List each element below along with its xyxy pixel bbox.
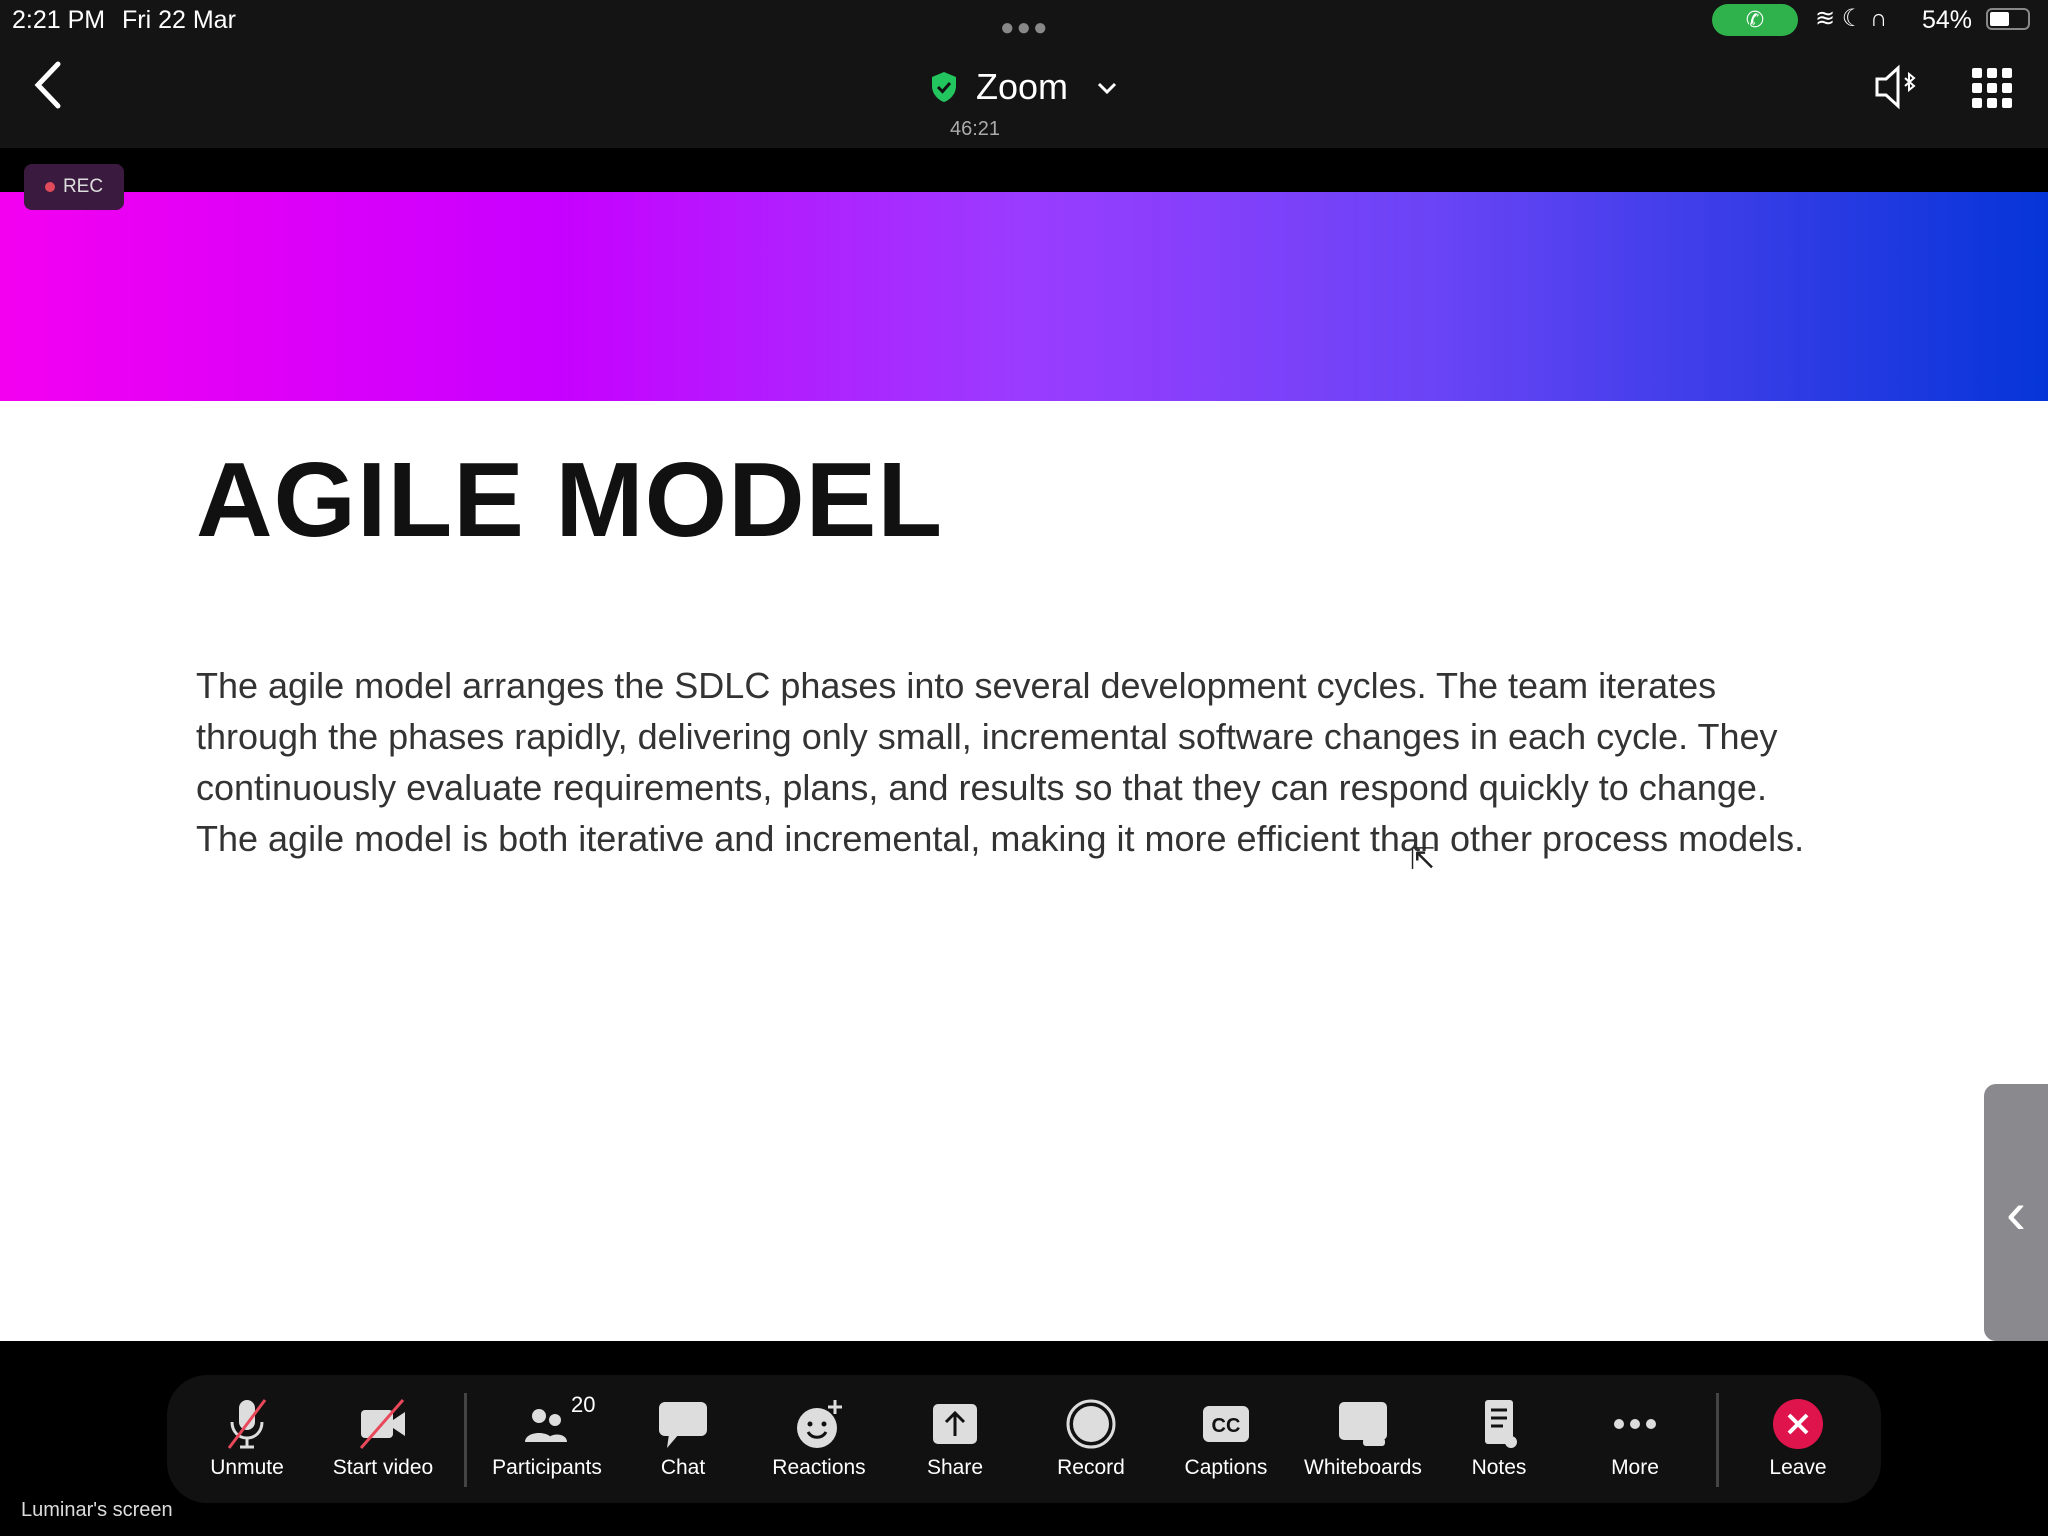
captions-icon: CC — [1203, 1406, 1249, 1442]
video-off-icon — [359, 1399, 405, 1449]
record-button[interactable]: Record — [1021, 1398, 1161, 1480]
whiteboards-label: Whiteboards — [1304, 1456, 1422, 1479]
reactions-label: Reactions — [772, 1456, 866, 1479]
battery-percent: 54% — [1922, 6, 1973, 34]
chat-icon — [659, 1402, 707, 1448]
slide-banner — [0, 192, 2048, 401]
multitask-dots-icon[interactable]: ●●● — [1000, 14, 1050, 42]
svg-text:CC: CC — [1212, 1415, 1241, 1437]
reactions-icon — [797, 1400, 842, 1448]
status-date: Fri 22 Mar — [122, 6, 236, 34]
status-time: 2:21 PM — [12, 6, 106, 34]
screen-owner-label: Luminar's screen — [21, 1499, 173, 1521]
whiteboard-icon — [1339, 1402, 1387, 1446]
unmute-label: Unmute — [210, 1456, 284, 1479]
chevron-down-icon — [1097, 82, 1117, 95]
participants-button[interactable]: 20 Participants — [477, 1392, 617, 1480]
recording-label: REC — [62, 176, 104, 197]
captions-button[interactable]: CC Captions — [1156, 1398, 1296, 1480]
record-label: Record — [1057, 1456, 1125, 1479]
chevron-left-icon: ‹ — [2006, 1179, 2026, 1246]
participant-count: 20 — [571, 1392, 596, 1417]
meeting-title: Zoom — [975, 66, 1068, 107]
mouse-cursor-icon: ⇱ — [1410, 843, 1436, 876]
meeting-title-button[interactable]: Zoom — [0, 66, 2048, 108]
more-button[interactable]: More — [1565, 1398, 1705, 1480]
share-button[interactable]: Share — [885, 1398, 1025, 1480]
divider — [1716, 1393, 1719, 1487]
leave-icon — [1773, 1399, 1823, 1449]
participants-label: Participants — [492, 1456, 602, 1479]
more-icon — [1614, 1419, 1656, 1429]
side-panel-handle[interactable]: ‹ — [1984, 1084, 2048, 1341]
divider — [464, 1393, 467, 1487]
meeting-timer: 46:21 — [949, 118, 1001, 140]
whiteboards-button[interactable]: Whiteboards — [1293, 1398, 1433, 1480]
record-icon — [1066, 1399, 1116, 1449]
chat-label: Chat — [660, 1456, 706, 1479]
unmute-button[interactable]: Unmute — [177, 1398, 317, 1480]
leave-button[interactable]: Leave — [1728, 1398, 1868, 1480]
notes-label: Notes — [1471, 1456, 1527, 1479]
leave-label: Leave — [1769, 1456, 1827, 1479]
start-video-label: Start video — [332, 1456, 434, 1479]
call-icon[interactable]: ✆ — [1712, 4, 1798, 36]
recording-badge: REC — [24, 164, 124, 210]
apps-grid-button[interactable] — [1972, 68, 2012, 108]
slide-title: AGILE MODEL — [196, 441, 944, 559]
notes-icon — [1485, 1400, 1517, 1448]
participants-icon — [525, 1409, 567, 1442]
record-dot-icon — [44, 182, 55, 192]
chat-button[interactable]: Chat — [613, 1398, 753, 1480]
share-label: Share — [926, 1456, 984, 1479]
wifi-icon: ≋ ☾ ∩ — [1815, 5, 1888, 32]
slide-body: The agile model arranges the SDLC phases… — [196, 665, 1805, 859]
share-icon — [933, 1404, 977, 1444]
shield-check-icon — [931, 72, 956, 102]
speaker-bluetooth-icon — [1875, 64, 1916, 110]
reactions-button[interactable]: Reactions — [749, 1398, 889, 1480]
more-label: More — [1611, 1456, 1659, 1479]
start-video-button[interactable]: Start video — [313, 1398, 453, 1480]
captions-label: Captions — [1184, 1456, 1268, 1479]
battery-icon — [1986, 8, 2030, 30]
audio-output-button[interactable] — [1874, 64, 1918, 115]
mic-muted-icon — [227, 1399, 267, 1449]
notes-button[interactable]: Notes — [1429, 1398, 1569, 1480]
